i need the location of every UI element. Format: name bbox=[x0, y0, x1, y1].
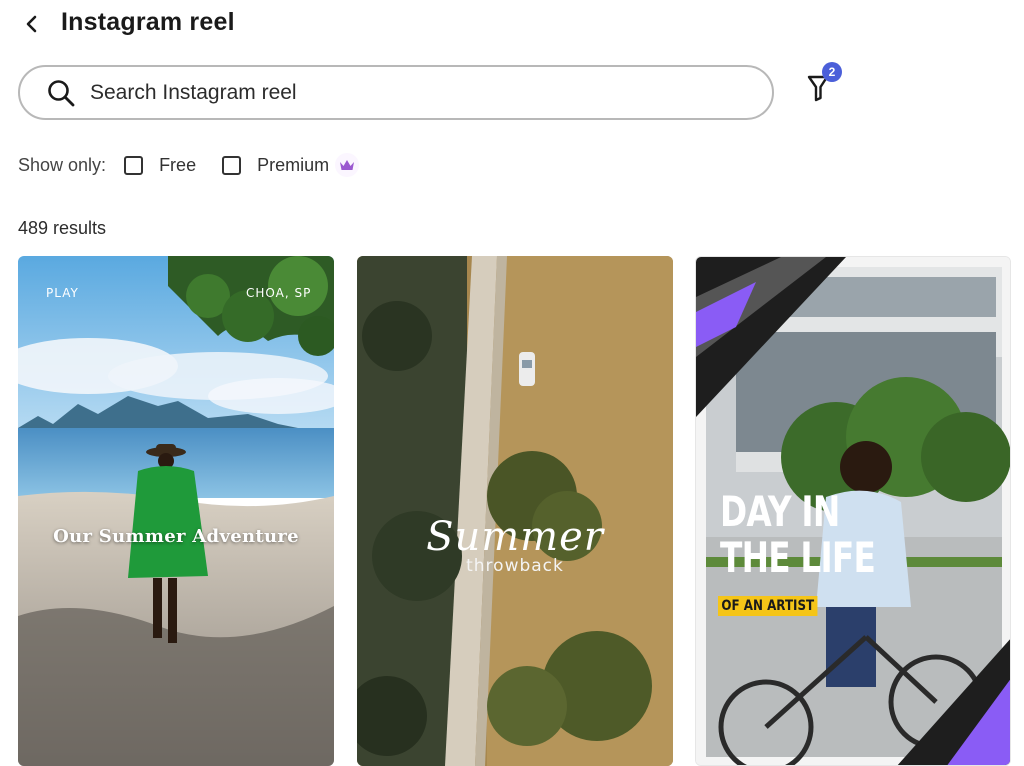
template-card-day-in-the-life[interactable]: DAY IN THE LIFE OF AN ARTIST bbox=[695, 256, 1011, 766]
location-tag: CHOA, SP bbox=[246, 286, 312, 300]
template-card-summer-adventure[interactable]: PLAY CHOA, SP Our Summer Adventure bbox=[18, 256, 334, 766]
show-only-label: Show only: bbox=[18, 154, 107, 175]
page-title: Instagram reel bbox=[61, 8, 235, 36]
header: Instagram reel bbox=[0, 0, 1024, 48]
template-thumbnail-road bbox=[357, 256, 673, 766]
premium-checkbox[interactable] bbox=[222, 155, 242, 175]
free-label: Free bbox=[159, 154, 197, 175]
show-only-filters: Show only: Free Premium bbox=[18, 152, 360, 178]
search-bar[interactable] bbox=[18, 65, 774, 120]
template-tag: OF AN ARTIST bbox=[718, 596, 818, 616]
template-thumbnail-beach bbox=[18, 256, 334, 766]
template-title: Summer bbox=[426, 514, 604, 560]
free-checkbox[interactable] bbox=[124, 155, 144, 175]
premium-filter[interactable]: Premium bbox=[222, 153, 360, 177]
back-button[interactable] bbox=[18, 10, 46, 38]
template-card-summer-throwback[interactable]: Summer throwback bbox=[357, 256, 673, 766]
filter-count-badge: 2 bbox=[822, 62, 842, 82]
template-headline: DAY IN THE LIFE bbox=[720, 487, 876, 582]
free-filter[interactable]: Free bbox=[124, 155, 196, 176]
headline-line-2: THE LIFE bbox=[720, 533, 876, 582]
search-input[interactable] bbox=[88, 79, 732, 106]
play-tag: PLAY bbox=[46, 286, 79, 300]
search-icon bbox=[46, 78, 76, 108]
chevron-left-icon bbox=[26, 15, 37, 33]
filter-button[interactable]: 2 bbox=[803, 62, 843, 106]
premium-label: Premium bbox=[257, 154, 330, 175]
template-subtitle: throwback bbox=[466, 556, 564, 576]
results-count: 489 results bbox=[18, 218, 107, 238]
crown-icon bbox=[335, 153, 360, 177]
template-title: Our Summer Adventure bbox=[53, 526, 299, 547]
headline-line-1: DAY IN bbox=[720, 487, 840, 536]
